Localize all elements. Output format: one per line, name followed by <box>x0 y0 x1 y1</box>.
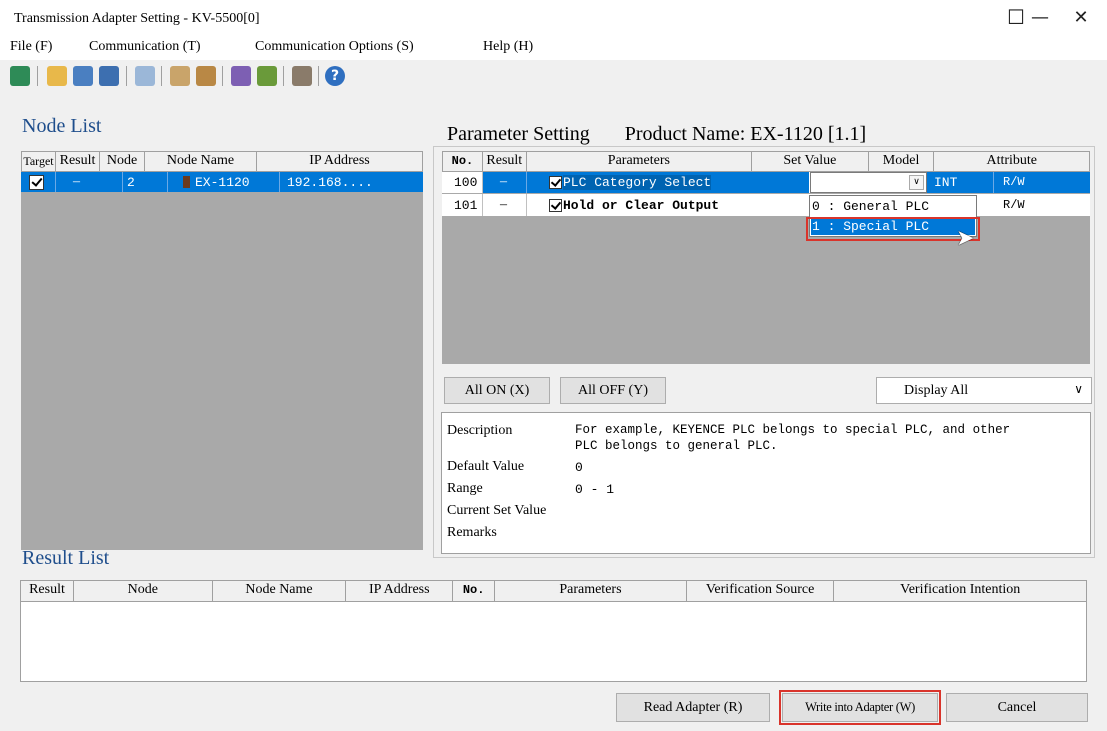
print-preview-icon[interactable] <box>135 66 155 86</box>
chevron-down-icon[interactable]: ∨ <box>1074 382 1083 396</box>
column-header-no[interactable]: No. <box>443 152 483 171</box>
column-header-ip-address[interactable]: IP Address <box>346 581 454 601</box>
default-value: 0 <box>575 460 583 475</box>
column-header-node-name[interactable]: Node Name <box>213 581 347 601</box>
menu-bar: File (F) Communication (T) Communication… <box>0 34 1107 60</box>
column-header-result[interactable]: Result <box>483 152 527 171</box>
node-result-value: – <box>73 174 80 189</box>
column-header-verification-intention[interactable]: Verification Intention <box>834 581 1086 601</box>
set-value-dropdown[interactable]: ∨ <box>810 172 927 193</box>
parameter-checkbox[interactable] <box>549 199 562 212</box>
column-header-node[interactable]: Node <box>100 152 145 171</box>
result-list-header: Result Node Node Name IP Address No. Par… <box>20 580 1087 602</box>
toolbar-separator <box>283 66 284 86</box>
description-panel: Description For example, KEYENCE PLC bel… <box>441 412 1091 554</box>
parameter-attribute: R/W <box>1003 198 1025 212</box>
result-list-area[interactable] <box>20 602 1087 682</box>
range-value: 0 - 1 <box>575 482 615 497</box>
close-button[interactable]: ✕ <box>1058 0 1104 34</box>
column-header-parameters[interactable]: Parameters <box>527 152 753 171</box>
toolbar-separator <box>126 66 127 86</box>
parameter-result: – <box>500 174 507 189</box>
column-header-attribute[interactable]: Attribute <box>934 152 1089 171</box>
open-folder-icon[interactable] <box>47 66 67 86</box>
parameter-setting-heading: Parameter Setting Product Name: EX-1120 … <box>441 123 873 146</box>
default-value-label: Default Value <box>447 459 525 474</box>
read-icon[interactable] <box>231 66 251 86</box>
product-name: Product Name: EX-1120 [1.1] <box>624 123 867 145</box>
column-header-ip-address[interactable]: IP Address <box>257 152 422 171</box>
toolbar-separator <box>222 66 223 86</box>
toolbar-separator <box>318 66 319 86</box>
column-header-target[interactable]: Target <box>22 152 56 171</box>
table-row[interactable]: 101 – Hold or Clear Output R/W <box>442 194 1090 216</box>
column-header-result[interactable]: Result <box>21 581 74 601</box>
all-on-button[interactable]: All ON (X) <box>444 377 550 404</box>
parameter-attribute: R/W <box>1003 175 1025 189</box>
mouse-cursor-icon: ➤ <box>956 226 975 251</box>
title-bar: Transmission Adapter Setting - KV-5500[0… <box>0 0 1107 34</box>
cancel-button[interactable]: Cancel <box>946 693 1088 722</box>
column-header-model[interactable]: Model <box>869 152 935 171</box>
description-text-line2: PLC belongs to general PLC. <box>575 439 778 453</box>
node-list-area[interactable] <box>21 172 423 550</box>
read-adapter-button[interactable]: Read Adapter (R) <box>616 693 770 722</box>
help-icon[interactable]: ? <box>325 66 345 86</box>
target-checkbox[interactable] <box>29 175 44 190</box>
display-filter-select[interactable]: Display All ∨ <box>876 377 1092 404</box>
node-name-value: EX-1120 <box>195 175 250 190</box>
search-icon[interactable] <box>292 66 312 86</box>
node-number: 2 <box>127 175 135 190</box>
parameter-checkbox[interactable] <box>549 176 562 189</box>
remarks-label: Remarks <box>447 525 497 540</box>
ip-address-value: 192.168.... <box>287 175 373 190</box>
menu-help[interactable]: Help (H) <box>483 39 533 55</box>
save-icon[interactable] <box>73 66 93 86</box>
column-header-no[interactable]: No. <box>453 581 496 601</box>
menu-communication-options[interactable]: Communication Options (S) <box>255 39 414 55</box>
range-label: Range <box>447 481 483 496</box>
write-icon[interactable] <box>257 66 277 86</box>
parameter-model: INT <box>934 175 958 190</box>
maximize-button[interactable]: ☐ <box>993 0 1039 34</box>
paste-icon[interactable] <box>196 66 216 86</box>
parameter-setting-title: Parameter Setting <box>447 123 590 145</box>
description-text-line1: For example, KEYENCE PLC belongs to spec… <box>575 423 1011 437</box>
all-off-button[interactable]: All OFF (Y) <box>560 377 666 404</box>
menu-communication[interactable]: Communication (T) <box>89 39 201 55</box>
description-label: Description <box>447 423 513 438</box>
highlight-box <box>779 690 941 725</box>
device-icon <box>183 176 190 188</box>
toolbar-separator <box>161 66 162 86</box>
column-header-parameters[interactable]: Parameters <box>495 581 687 601</box>
chevron-down-icon[interactable]: ∨ <box>909 175 924 190</box>
node-list-header: Target Result Node Node Name IP Address <box>21 151 423 172</box>
column-header-set-value[interactable]: Set Value <box>752 152 869 171</box>
save-as-icon[interactable] <box>99 66 119 86</box>
parameter-no: 101 <box>454 198 478 213</box>
column-header-node[interactable]: Node <box>74 581 213 601</box>
copy-icon[interactable] <box>170 66 190 86</box>
parameter-name: Hold or Clear Output <box>563 198 720 213</box>
dropdown-option-general-plc[interactable]: 0 : General PLC <box>812 199 929 214</box>
menu-file[interactable]: File (F) <box>10 39 52 55</box>
parameter-no: 100 <box>454 175 478 190</box>
result-list-title: Result List <box>22 547 110 569</box>
toolbar: ? <box>0 60 1107 92</box>
parameter-name: PLC Category Select <box>563 175 712 190</box>
toolbar-separator <box>37 66 38 86</box>
column-header-verification-source[interactable]: Verification Source <box>687 581 835 601</box>
parameter-header: No. Result Parameters Set Value Model At… <box>442 151 1090 172</box>
column-header-result[interactable]: Result <box>56 152 100 171</box>
node-list-title: Node List <box>22 115 102 137</box>
window-title: Transmission Adapter Setting - KV-5500[0… <box>14 11 260 26</box>
display-filter-value: Display All <box>904 383 969 398</box>
column-header-node-name[interactable]: Node Name <box>145 152 257 171</box>
current-set-value-label: Current Set Value <box>447 503 547 518</box>
highlight-box <box>806 217 980 241</box>
parameter-result: – <box>500 197 507 212</box>
table-row[interactable]: – 2 EX-1120 192.168.... <box>21 172 423 192</box>
connect-icon[interactable] <box>10 66 30 86</box>
table-row[interactable]: 100 – PLC Category Select ∨ INT R/W <box>442 172 1090 193</box>
